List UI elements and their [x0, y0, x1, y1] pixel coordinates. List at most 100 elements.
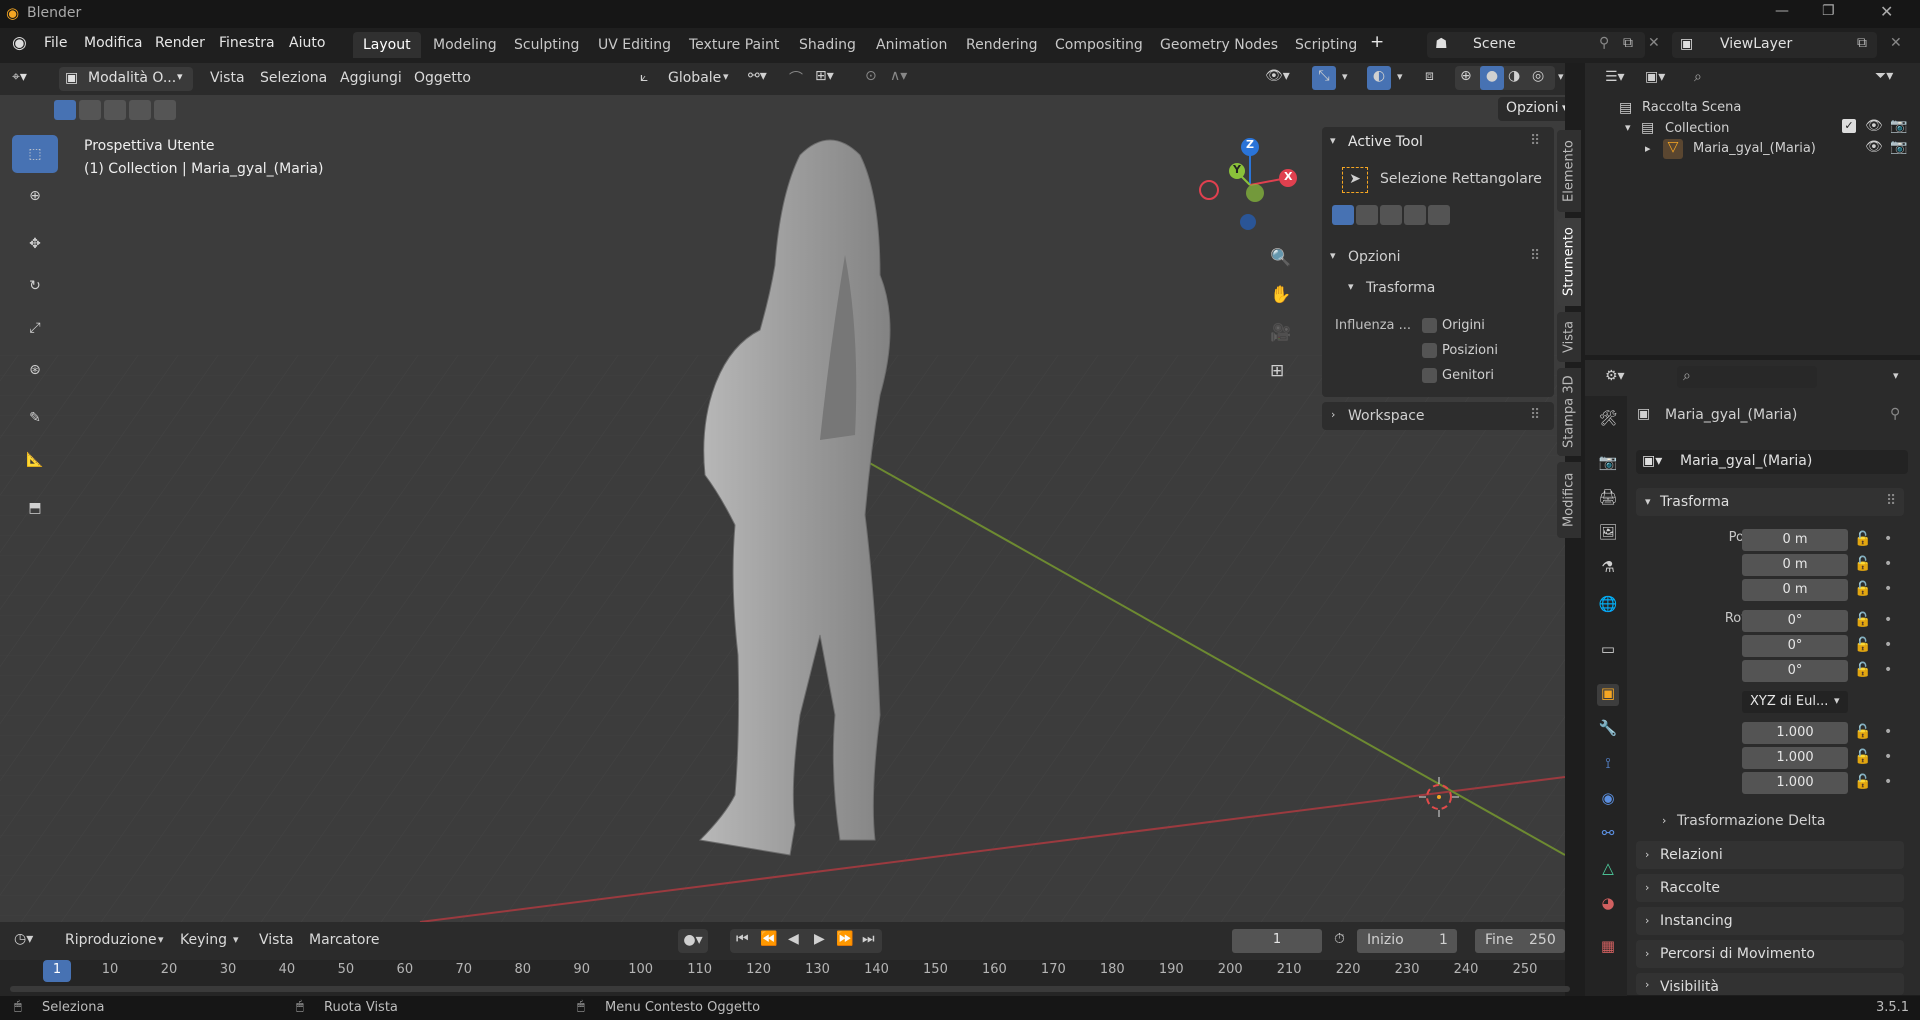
location-z-field[interactable]: 0 m	[1742, 579, 1848, 601]
delete-scene-icon[interactable]: ✕	[1648, 35, 1660, 51]
tab-scripting[interactable]: Scripting	[1285, 32, 1367, 58]
pin-icon[interactable]: ⚲	[1599, 35, 1609, 51]
tab-layout[interactable]: Layout	[353, 32, 421, 58]
keyframe-dot-icon[interactable]: •	[1884, 749, 1892, 765]
workspace-panel[interactable]: › Workspace ⠿	[1322, 402, 1554, 430]
outliner-search-input[interactable]: ⌕	[1688, 67, 1831, 89]
delta-transform-label[interactable]: Trasformazione Delta	[1677, 813, 1825, 829]
mode-subtract-icon[interactable]	[1380, 205, 1402, 225]
tab-vista[interactable]: Vista	[1557, 312, 1581, 362]
visibility-panel[interactable]: Visibilità	[1636, 973, 1904, 995]
transform-subtitle[interactable]: Trasforma	[1366, 280, 1435, 296]
tab-modeling[interactable]: Modeling	[423, 32, 507, 58]
new-scene-icon[interactable]: ⧉	[1623, 35, 1633, 51]
orientation-selector[interactable]: Globale	[668, 70, 721, 86]
properties-search-input[interactable]: ⌕	[1677, 366, 1817, 388]
record-icon[interactable]: ●▾	[678, 929, 708, 953]
snap-icon[interactable]: ⌒	[789, 68, 803, 88]
chevron-right-icon[interactable]: ▸	[1645, 142, 1651, 155]
start-frame-field[interactable]: Inizio 1	[1357, 929, 1457, 953]
timeline-menu-marker[interactable]: Marcatore	[309, 932, 380, 948]
timeline-menu-keying[interactable]: Keying	[180, 932, 227, 948]
pivot-icon[interactable]: ⚯▾	[748, 68, 767, 84]
snap-target-icon[interactable]: ⊞▾	[815, 68, 834, 84]
select-extend-icon[interactable]	[79, 100, 101, 120]
lock-icon[interactable]: 🔓	[1854, 749, 1871, 765]
scale-tool-icon[interactable]: ⤢	[12, 309, 58, 347]
menu-modifica[interactable]: Modifica	[84, 35, 143, 51]
lock-icon[interactable]: 🔓	[1854, 556, 1871, 572]
keyframe-dot-icon[interactable]: •	[1884, 724, 1892, 740]
instancing-panel[interactable]: Instancing	[1636, 907, 1904, 935]
timeline-menu-playback[interactable]: Riproduzione	[65, 932, 157, 948]
zoom-icon[interactable]: 🔍	[1270, 248, 1291, 268]
properties-type-icon[interactable]: ⚙▾	[1605, 368, 1625, 384]
output-properties-icon[interactable]: 🖨	[1597, 488, 1619, 510]
play-icon[interactable]: ▶	[814, 931, 825, 947]
relations-panel[interactable]: Relazioni	[1636, 841, 1904, 869]
viewport-menu-aggiungi[interactable]: Aggiungi	[340, 70, 402, 86]
drag-handle-icon[interactable]: ⠿	[1530, 407, 1540, 423]
render-properties-icon[interactable]: 📷	[1597, 453, 1619, 475]
keyframe-dot-icon[interactable]: •	[1884, 774, 1892, 790]
visibility-icon[interactable]: 👁▾	[1265, 68, 1290, 84]
tool-properties-icon[interactable]: 🛠	[1597, 409, 1619, 431]
object-properties-icon[interactable]: ▣	[1597, 684, 1619, 706]
mode-intersect-icon[interactable]	[1428, 205, 1450, 225]
lock-icon[interactable]: 🔓	[1854, 581, 1871, 597]
scene-selector[interactable]: ☗ Scene ⚲ ⧉	[1427, 32, 1645, 58]
tab-sculpting[interactable]: Sculpting	[504, 32, 589, 58]
scale-y-field[interactable]: 1.000	[1742, 747, 1848, 769]
chevron-down-icon[interactable]: ▾	[1330, 134, 1336, 147]
pan-hand-icon[interactable]: ✋	[1270, 285, 1291, 305]
collection-properties-icon[interactable]: ▭	[1597, 640, 1619, 662]
select-new-icon[interactable]	[54, 100, 76, 120]
positions-checkbox[interactable]	[1422, 343, 1437, 358]
current-frame-field[interactable]: 1	[1232, 929, 1322, 953]
transform-tool-icon[interactable]: ⊛	[12, 351, 58, 389]
chevron-down-icon[interactable]: ▾	[1348, 280, 1354, 293]
play-reverse-icon[interactable]: ◀	[788, 931, 799, 947]
drag-handle-icon[interactable]: ⠿	[1530, 248, 1540, 264]
select-intersect-icon[interactable]	[154, 100, 176, 120]
menu-aiuto[interactable]: Aiuto	[289, 35, 325, 51]
scale-z-field[interactable]: 1.000	[1742, 772, 1848, 794]
rotation-y-field[interactable]: 0°	[1742, 635, 1848, 657]
add-workspace-icon[interactable]: +	[1370, 32, 1384, 52]
select-invert-icon[interactable]	[129, 100, 151, 120]
tab-animation[interactable]: Animation	[866, 32, 957, 58]
display-mode-icon[interactable]: ▣▾	[1645, 69, 1665, 85]
mode-extend-icon[interactable]	[1356, 205, 1378, 225]
gizmo-toggle-icon[interactable]: ⤡	[1312, 66, 1336, 90]
tab-shading[interactable]: Shading	[789, 32, 866, 58]
origins-checkbox[interactable]	[1422, 318, 1437, 333]
stopwatch-icon[interactable]: ⏱	[1334, 931, 1345, 947]
lock-icon[interactable]: 🔓	[1854, 612, 1871, 628]
timeline-editor-icon[interactable]: ◷▾	[14, 931, 33, 947]
keyframe-dot-icon[interactable]: •	[1884, 662, 1892, 678]
menu-file[interactable]: File	[44, 35, 67, 51]
material-icon[interactable]: ◕	[1597, 894, 1619, 916]
constraints-icon[interactable]: ⚯	[1597, 824, 1619, 846]
chevron-down-icon[interactable]: ▾	[1625, 121, 1631, 134]
prev-keyframe-icon[interactable]: ⏪	[760, 931, 777, 947]
mode-selector[interactable]: ▣ Modalità O... ▾	[59, 67, 193, 91]
scene-collection-label[interactable]: Raccolta Scena	[1642, 100, 1741, 115]
viewport-menu-oggetto[interactable]: Oggetto	[414, 70, 471, 86]
viewport-menu-seleziona[interactable]: Seleziona	[260, 70, 327, 86]
xray-icon[interactable]: ⧈	[1425, 68, 1434, 84]
tab-compositing[interactable]: Compositing	[1045, 32, 1153, 58]
parents-checkbox[interactable]	[1422, 368, 1437, 383]
wireframe-shading-icon[interactable]: ⊕	[1460, 68, 1472, 84]
timeline-scrollbar[interactable]	[10, 986, 1570, 992]
keyframe-dot-icon[interactable]: •	[1884, 556, 1892, 572]
physics-icon[interactable]: ◉	[1597, 789, 1619, 811]
keyframe-dot-icon[interactable]: •	[1884, 531, 1892, 547]
annotate-tool-icon[interactable]: ✎	[12, 399, 58, 437]
viewport-menu-vista[interactable]: Vista	[210, 70, 245, 86]
mode-new-icon[interactable]	[1332, 205, 1354, 225]
modifier-properties-icon[interactable]: 🔧	[1597, 719, 1619, 741]
tab-uv-editing[interactable]: UV Editing	[588, 32, 681, 58]
tab-stampa-3d[interactable]: Stampa 3D	[1557, 368, 1581, 456]
rotate-tool-icon[interactable]: ↻	[12, 267, 58, 305]
